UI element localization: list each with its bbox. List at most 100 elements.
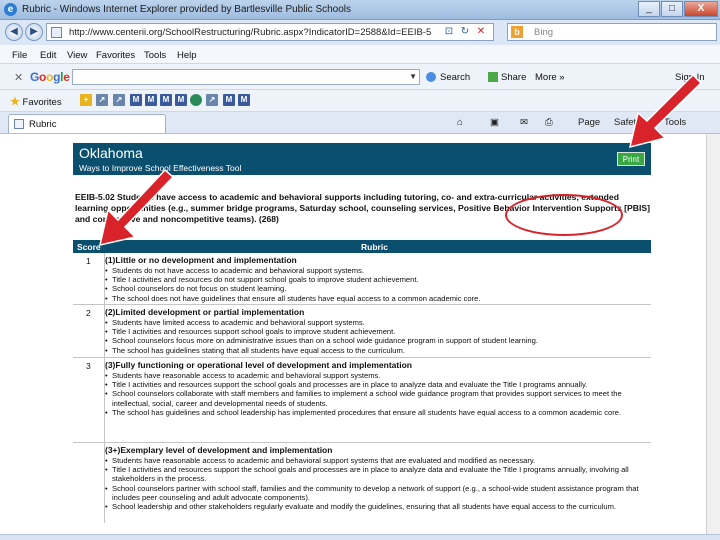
feeds-icon[interactable]: ▣ <box>490 117 499 128</box>
score-value: 3 <box>86 361 91 371</box>
criterion-item: The school has guidelines stating that a… <box>105 346 649 355</box>
page-menu[interactable]: Page <box>578 117 600 128</box>
favorites-button[interactable]: ★ Favorites <box>10 95 62 108</box>
search-icon <box>426 72 436 82</box>
favorite-m-icon[interactable]: M <box>160 94 172 106</box>
google-search-button[interactable]: Search <box>440 72 470 83</box>
add-favorite-icon[interactable]: + <box>80 94 92 106</box>
criterion-item: School counselors focus more on administ… <box>105 336 649 345</box>
level-criteria: Students have reasonable access to acade… <box>105 456 649 511</box>
close-button[interactable]: X <box>684 1 718 17</box>
refresh-icon[interactable]: ↻ <box>457 25 473 39</box>
favorite-m-icon[interactable]: M <box>223 94 235 106</box>
url-text[interactable]: http://www.centerii.org/SchoolRestructur… <box>69 27 431 38</box>
globe-icon[interactable] <box>190 94 202 106</box>
home-icon[interactable]: ⌂ <box>457 117 463 128</box>
google-toolbar: ✕ Google ▼ Search Share More » Sign In <box>0 64 720 90</box>
menu-favorites[interactable]: Favorites <box>96 50 135 61</box>
criterion-item: Title I activities and resources support… <box>105 327 649 336</box>
mail-icon[interactable]: ✉ <box>520 117 528 128</box>
bing-search-box[interactable]: b Bing <box>507 23 717 41</box>
google-share-button[interactable]: Share <box>501 72 526 83</box>
score-value: 2 <box>86 308 91 318</box>
rubric-level-2: 2 (2)Limited development or partial impl… <box>73 305 651 358</box>
star-icon: ★ <box>10 96 20 108</box>
rubric-header: Rubric <box>361 242 388 252</box>
rubric-level-3-plus: (3+)Exemplary level of development and i… <box>73 443 651 529</box>
tab-label: Rubric <box>29 119 57 130</box>
minimize-button[interactable]: _ <box>638 1 660 17</box>
window-title: Rubric - Windows Internet Explorer provi… <box>22 4 352 15</box>
chevron-down-icon[interactable]: ▼ <box>409 72 417 81</box>
page-icon <box>51 27 62 38</box>
favorites-label: Favorites <box>22 97 62 108</box>
criterion-item: School counselors do not focus on studen… <box>105 284 649 293</box>
tab-rubric[interactable]: Rubric <box>8 114 166 133</box>
criterion-item: Students have limited access to academic… <box>105 318 649 327</box>
level-title: (1)Little or no development and implemen… <box>105 255 297 265</box>
level-title: (2)Limited development or partial implem… <box>105 307 305 317</box>
highlight-oval <box>505 194 623 236</box>
criterion-item: The school does not have guidelines that… <box>105 294 649 303</box>
back-button[interactable]: ◀ <box>5 23 23 41</box>
level-title: (3)Fully functioning or operational leve… <box>105 360 412 370</box>
level-criteria: Students do not have access to academic … <box>105 266 649 303</box>
criterion-item: Students have reasonable access to acade… <box>105 456 649 465</box>
tab-row: Rubric ⌂ ▣ ✉ ⎙ Page Safety Tools <box>0 112 720 134</box>
level-criteria: Students have reasonable access to acade… <box>105 371 649 417</box>
maximize-button[interactable]: □ <box>661 1 683 17</box>
page-icon <box>14 119 24 129</box>
page-title: Oklahoma <box>79 145 143 161</box>
forward-button[interactable]: ▶ <box>25 23 43 41</box>
level-title: (3+)Exemplary level of development and i… <box>105 445 333 455</box>
bing-search-placeholder: Bing <box>534 27 554 38</box>
rubric-level-3: 3 (3)Fully functioning or operational le… <box>73 358 651 443</box>
google-search-input[interactable]: ▼ <box>72 69 420 85</box>
address-bar[interactable]: http://www.centerii.org/SchoolRestructur… <box>46 23 494 41</box>
share-icon <box>488 72 498 82</box>
menu-view[interactable]: View <box>67 50 87 61</box>
google-more-button[interactable]: More » <box>535 72 565 83</box>
menu-file[interactable]: File <box>12 50 27 61</box>
stop-icon[interactable]: ✕ <box>473 25 489 39</box>
favorite-link-icon[interactable]: ↗ <box>206 94 218 106</box>
criterion-item: School counselors partner with school st… <box>105 484 649 502</box>
annotation-arrow-left <box>99 168 175 246</box>
criterion-item: Students have reasonable access to acade… <box>105 371 649 380</box>
window-controls: _ □ X <box>638 1 718 17</box>
favorite-m-icon[interactable]: M <box>145 94 157 106</box>
criterion-item: Title I activities and resources support… <box>105 465 649 483</box>
criterion-item: The school has guidelines and school lea… <box>105 408 649 417</box>
menu-tools[interactable]: Tools <box>144 50 166 61</box>
favorites-bar: ★ Favorites + ↗ ↗ M M M M ↗ M M <box>0 90 720 112</box>
bing-logo-icon: b <box>511 26 523 38</box>
forward-arrow-icon: ▶ <box>30 26 38 37</box>
menu-bar: File Edit View Favorites Tools Help <box>0 45 720 64</box>
window-title-bar: e Rubric - Windows Internet Explorer pro… <box>0 0 720 20</box>
rubric-level-1: 1 (1)Little or no development and implem… <box>73 253 651 305</box>
menu-help[interactable]: Help <box>177 50 197 61</box>
close-toolbar-icon[interactable]: ✕ <box>14 71 23 84</box>
criterion-item: School counselors collaborate with staff… <box>105 389 649 407</box>
favorite-link-icon[interactable]: ↗ <box>96 94 108 106</box>
favorite-link-icon[interactable]: ↗ <box>113 94 125 106</box>
back-arrow-icon: ◀ <box>10 26 18 37</box>
ie-logo-icon: e <box>4 3 17 16</box>
vertical-scrollbar[interactable] <box>706 134 720 534</box>
favorite-m-icon[interactable]: M <box>130 94 142 106</box>
favorite-m-icon[interactable]: M <box>175 94 187 106</box>
printer-icon[interactable]: ⎙ <box>545 117 553 128</box>
criterion-item: Title I activities and resources do not … <box>105 275 649 284</box>
address-row: ◀ ▶ http://www.centerii.org/SchoolRestru… <box>0 20 720 45</box>
score-value: 1 <box>86 256 91 266</box>
favorite-m-icon[interactable]: M <box>238 94 250 106</box>
annotation-arrow-right <box>628 73 703 149</box>
compatibility-icon[interactable]: ⊡ <box>441 25 457 39</box>
menu-edit[interactable]: Edit <box>40 50 56 61</box>
criterion-item: School leadership and other stakeholders… <box>105 502 649 511</box>
google-logo: Google <box>30 70 70 84</box>
level-criteria: Students have limited access to academic… <box>105 318 649 355</box>
criterion-item: Title I activities and resources support… <box>105 380 649 389</box>
status-bar <box>0 534 720 540</box>
print-button[interactable]: Print <box>617 152 645 166</box>
